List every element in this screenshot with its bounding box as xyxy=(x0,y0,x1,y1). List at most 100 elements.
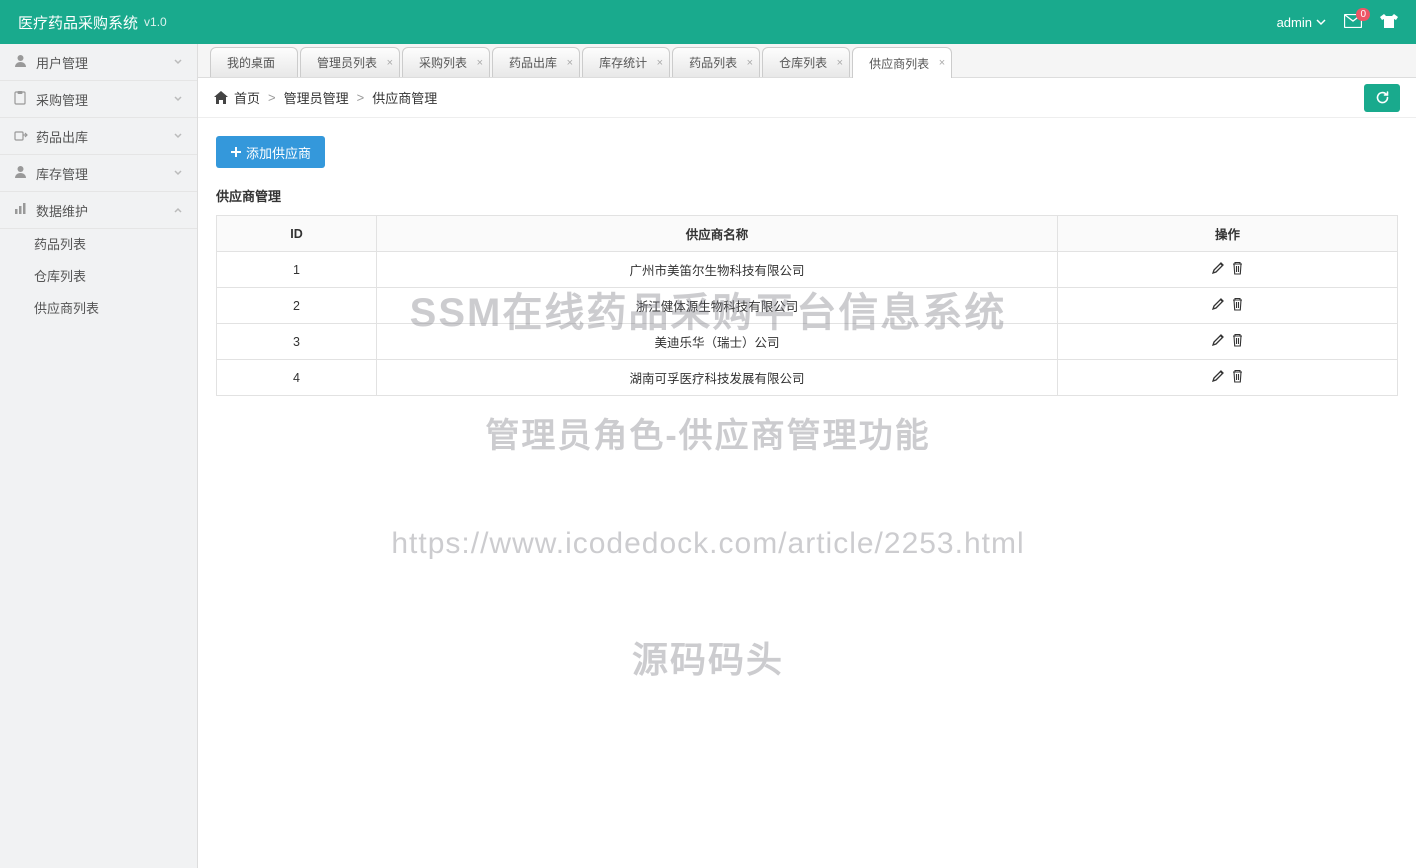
outbound-icon xyxy=(14,129,32,144)
chevron-up-icon xyxy=(173,203,183,218)
panel-title: 供应商管理 xyxy=(216,186,1398,205)
cell-id: 2 xyxy=(217,288,377,324)
mail-button[interactable]: 0 xyxy=(1344,14,1362,31)
cell-name: 广州市美笛尔生物科技有限公司 xyxy=(377,252,1058,288)
refresh-icon xyxy=(1375,90,1390,105)
user-icon xyxy=(14,54,32,70)
cell-ops xyxy=(1058,360,1398,396)
refresh-button[interactable] xyxy=(1364,84,1400,112)
cell-ops xyxy=(1058,324,1398,360)
close-icon[interactable]: × xyxy=(837,57,843,69)
edit-icon[interactable] xyxy=(1211,333,1225,347)
sub-warehouse-list[interactable]: 仓库列表 xyxy=(0,261,197,293)
main-area: 我的桌面 管理员列表 × 采购列表 × 药品出库 × 库存统计 × 药品列表 × 仓库列表… xyxy=(198,44,1416,868)
tab-supplier-list[interactable]: 供应商列表 × xyxy=(852,47,952,78)
table-row: 3美迪乐华（瑞士）公司 xyxy=(217,324,1398,360)
edit-icon[interactable] xyxy=(1211,261,1225,275)
nav-label: 库存管理 xyxy=(36,164,173,183)
nav-purchase-mgmt[interactable]: 采购管理 xyxy=(0,81,197,118)
tab-desktop[interactable]: 我的桌面 xyxy=(210,47,298,77)
clipboard-icon xyxy=(14,91,32,108)
close-icon[interactable]: × xyxy=(939,57,945,69)
tab-label: 库存统计 xyxy=(599,54,647,71)
chevron-down-icon xyxy=(173,92,183,107)
theme-button[interactable] xyxy=(1380,13,1398,32)
col-id: ID xyxy=(217,216,377,252)
tab-purchase-list[interactable]: 采购列表 × xyxy=(402,47,490,77)
nav-label: 采购管理 xyxy=(36,90,173,109)
tab-stock-stat[interactable]: 库存统计 × xyxy=(582,47,670,77)
app-title: 医疗药品采购系统 xyxy=(18,12,138,33)
add-supplier-button[interactable]: 添加供应商 xyxy=(216,136,325,168)
close-icon[interactable]: × xyxy=(477,57,483,69)
nav-drug-out[interactable]: 药品出库 xyxy=(0,118,197,155)
tab-drug-list[interactable]: 药品列表 × xyxy=(672,47,760,77)
edit-icon[interactable] xyxy=(1211,369,1225,383)
close-icon[interactable]: × xyxy=(657,57,663,69)
crumb-home[interactable]: 首页 xyxy=(234,88,260,107)
nav-label: 药品出库 xyxy=(36,127,173,146)
close-icon[interactable]: × xyxy=(567,57,573,69)
close-icon[interactable]: × xyxy=(747,57,753,69)
chart-icon xyxy=(14,202,32,218)
breadcrumb-row: 首页 > 管理员管理 > 供应商管理 xyxy=(198,78,1416,118)
crumb-mid[interactable]: 管理员管理 xyxy=(284,88,349,107)
nav-stock-mgmt[interactable]: 库存管理 xyxy=(0,155,197,192)
trash-icon[interactable] xyxy=(1231,369,1244,383)
sub-supplier-list[interactable]: 供应商列表 xyxy=(0,293,197,325)
tab-label: 药品列表 xyxy=(689,54,737,71)
plus-icon xyxy=(230,146,242,158)
close-icon[interactable]: × xyxy=(387,57,393,69)
crumb-sep: > xyxy=(357,90,365,105)
edit-icon[interactable] xyxy=(1211,297,1225,311)
chevron-down-icon xyxy=(1316,17,1326,27)
app-version: v1.0 xyxy=(144,15,167,29)
table-row: 2浙江健体源生物科技有限公司 xyxy=(217,288,1398,324)
table-row: 1广州市美笛尔生物科技有限公司 xyxy=(217,252,1398,288)
nav-data-maint[interactable]: 数据维护 xyxy=(0,192,197,229)
tab-label: 采购列表 xyxy=(419,54,467,71)
cell-id: 1 xyxy=(217,252,377,288)
add-button-label: 添加供应商 xyxy=(246,143,311,162)
tab-label: 药品出库 xyxy=(509,54,557,71)
nav-label: 用户管理 xyxy=(36,53,173,72)
supplier-table: ID 供应商名称 操作 1广州市美笛尔生物科技有限公司2浙江健体源生物科技有限公… xyxy=(216,215,1398,396)
crumb-sep: > xyxy=(268,90,276,105)
table-row: 4湖南可孚医疗科技发展有限公司 xyxy=(217,360,1398,396)
nav-label: 数据维护 xyxy=(36,201,173,220)
nav-user-mgmt[interactable]: 用户管理 xyxy=(0,44,197,81)
home-icon xyxy=(214,91,228,104)
tab-drug-out[interactable]: 药品出库 × xyxy=(492,47,580,77)
tab-label: 管理员列表 xyxy=(317,54,377,71)
tab-label: 仓库列表 xyxy=(779,54,827,71)
tab-warehouse-list[interactable]: 仓库列表 × xyxy=(762,47,850,77)
app-header: 医疗药品采购系统 v1.0 admin 0 xyxy=(0,0,1416,44)
trash-icon[interactable] xyxy=(1231,297,1244,311)
content: 添加供应商 供应商管理 ID 供应商名称 操作 1广州市美笛尔生物科技有限公司2… xyxy=(198,118,1416,414)
col-ops: 操作 xyxy=(1058,216,1398,252)
trash-icon[interactable] xyxy=(1231,261,1244,275)
col-name: 供应商名称 xyxy=(377,216,1058,252)
sidebar: 用户管理 采购管理 药品出库 库存管理 数据维护 药品列表 仓库列表 供应商列表 xyxy=(0,44,198,868)
user-icon xyxy=(14,165,32,181)
cell-name: 湖南可孚医疗科技发展有限公司 xyxy=(377,360,1058,396)
trash-icon[interactable] xyxy=(1231,333,1244,347)
cell-ops xyxy=(1058,288,1398,324)
cell-name: 浙江健体源生物科技有限公司 xyxy=(377,288,1058,324)
cell-name: 美迪乐华（瑞士）公司 xyxy=(377,324,1058,360)
tshirt-icon xyxy=(1380,13,1398,29)
user-name: admin xyxy=(1277,15,1312,30)
user-menu[interactable]: admin xyxy=(1277,15,1326,30)
tab-bar: 我的桌面 管理员列表 × 采购列表 × 药品出库 × 库存统计 × 药品列表 × 仓库列表… xyxy=(198,44,1416,78)
cell-ops xyxy=(1058,252,1398,288)
tab-label: 供应商列表 xyxy=(869,55,929,72)
chevron-down-icon xyxy=(173,166,183,181)
tab-label: 我的桌面 xyxy=(227,54,275,71)
crumb-leaf: 供应商管理 xyxy=(372,88,437,107)
chevron-down-icon xyxy=(173,55,183,70)
chevron-down-icon xyxy=(173,129,183,144)
cell-id: 4 xyxy=(217,360,377,396)
tab-admin-list[interactable]: 管理员列表 × xyxy=(300,47,400,77)
sub-drug-list[interactable]: 药品列表 xyxy=(0,229,197,261)
cell-id: 3 xyxy=(217,324,377,360)
